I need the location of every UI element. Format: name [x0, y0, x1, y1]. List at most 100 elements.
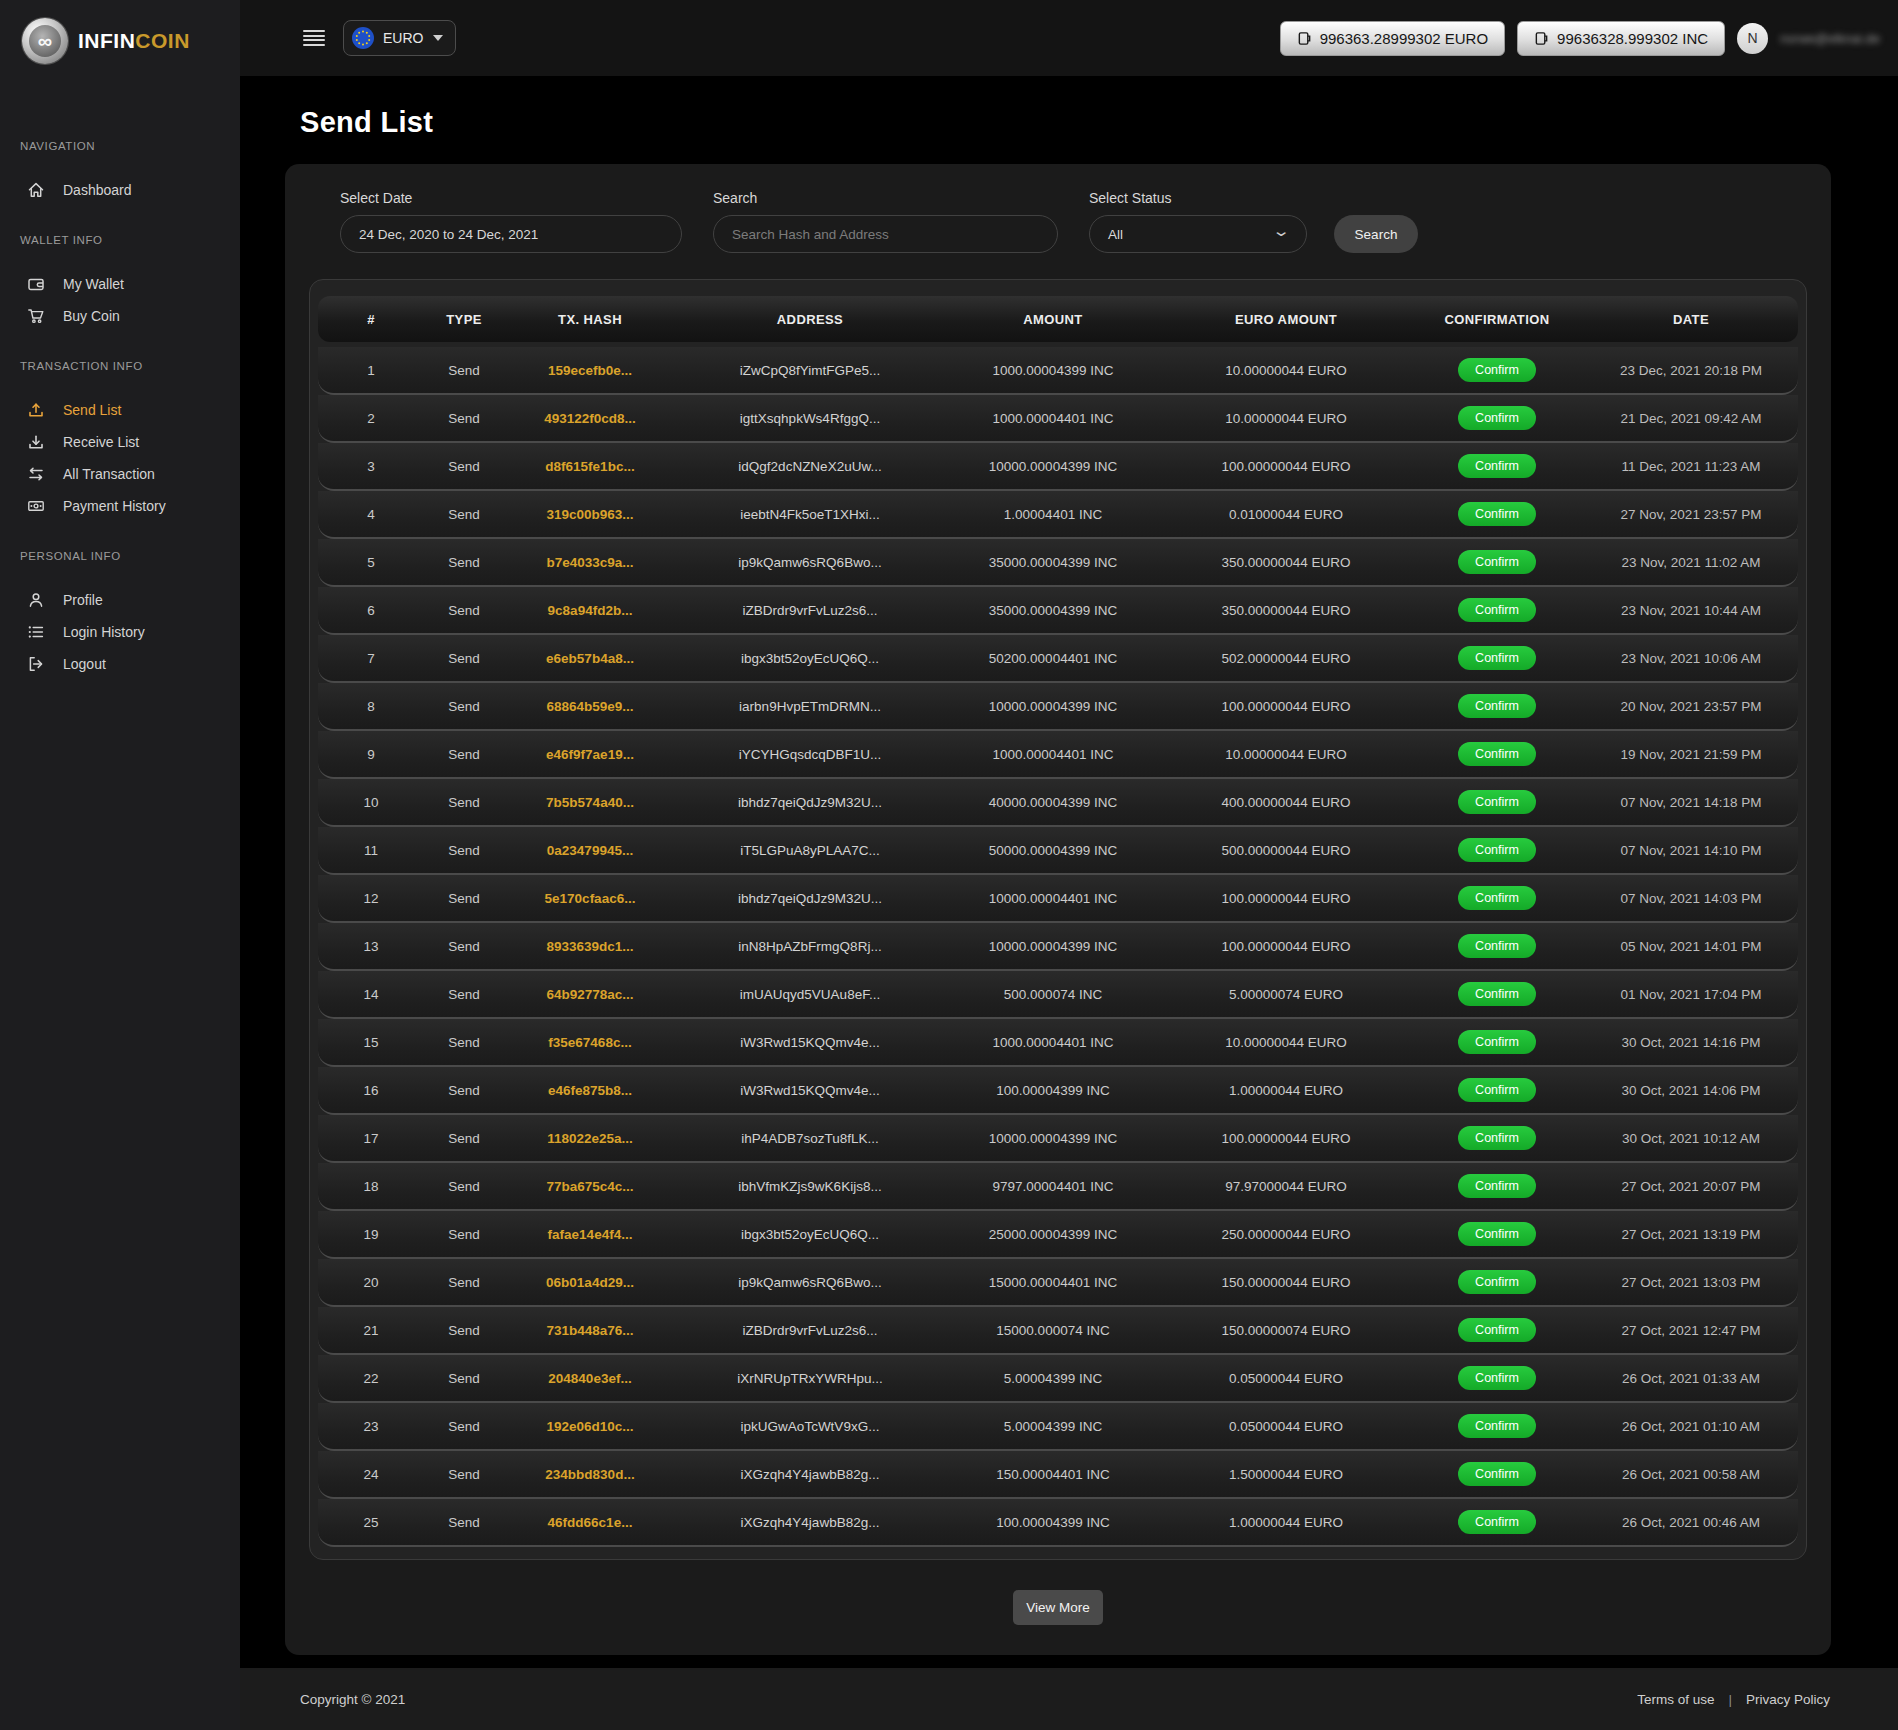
confirm-button[interactable]: Confirm: [1458, 934, 1536, 958]
cell-hash[interactable]: 493122f0cd8...: [504, 411, 676, 426]
cell-hash[interactable]: 731b448a76...: [504, 1323, 676, 1338]
confirm-button[interactable]: Confirm: [1458, 1270, 1536, 1294]
table-row: 3Sendd8f615fe1bc...idQgf2dcNZNeX2uUw...1…: [318, 443, 1798, 491]
sidebar-item-my-wallet[interactable]: My Wallet: [0, 268, 240, 300]
confirm-button[interactable]: Confirm: [1458, 1318, 1536, 1342]
cell-hash[interactable]: 7b5b574a40...: [504, 795, 676, 810]
table-row: 8Send68864b59e9...iarbn9HvpETmDRMN...100…: [318, 683, 1798, 731]
confirm-button[interactable]: Confirm: [1458, 1078, 1536, 1102]
swap-icon: [27, 465, 45, 483]
confirm-button[interactable]: Confirm: [1458, 1126, 1536, 1150]
cell-hash[interactable]: 9c8a94fd2b...: [504, 603, 676, 618]
sidebar-item-label: Logout: [63, 656, 106, 672]
euro-balance-button[interactable]: 996363.28999302 EURO: [1280, 21, 1505, 56]
status-select[interactable]: All ⌄: [1089, 215, 1307, 253]
cell-hash[interactable]: 06b01a4d29...: [504, 1275, 676, 1290]
cell-date: 26 Oct, 2021 01:10 AM: [1584, 1419, 1798, 1434]
sidebar-item-receive-list[interactable]: Receive List: [0, 426, 240, 458]
cell-hash[interactable]: 234bbd830d...: [504, 1467, 676, 1482]
cell-euro: 1.50000044 EURO: [1162, 1467, 1410, 1482]
cell-euro: 502.00000044 EURO: [1162, 651, 1410, 666]
sidebar-item-logout[interactable]: Logout: [0, 648, 240, 680]
cell-hash[interactable]: 319c00b963...: [504, 507, 676, 522]
cell-date: 07 Nov, 2021 14:10 PM: [1584, 843, 1798, 858]
confirm-button[interactable]: Confirm: [1458, 1414, 1536, 1438]
cell-hash[interactable]: 64b92778ac...: [504, 987, 676, 1002]
sidebar-item-buy-coin[interactable]: Buy Coin: [0, 300, 240, 332]
cell-hash[interactable]: 118022e25a...: [504, 1131, 676, 1146]
cell-euro: 10.00000044 EURO: [1162, 747, 1410, 762]
inc-balance-button[interactable]: 99636328.999302 INC: [1517, 21, 1725, 56]
search-input[interactable]: [713, 215, 1058, 253]
avatar[interactable]: N: [1737, 23, 1768, 54]
confirm-button[interactable]: Confirm: [1458, 1030, 1536, 1054]
wallet-small-icon: [1297, 31, 1312, 46]
confirm-button[interactable]: Confirm: [1458, 886, 1536, 910]
cell-date: 30 Oct, 2021 14:16 PM: [1584, 1035, 1798, 1050]
cell-hash[interactable]: 46fdd66c1e...: [504, 1515, 676, 1530]
confirm-button[interactable]: Confirm: [1458, 790, 1536, 814]
cell-euro: 10.00000044 EURO: [1162, 363, 1410, 378]
confirm-button[interactable]: Confirm: [1458, 1462, 1536, 1486]
confirm-button[interactable]: Confirm: [1458, 1174, 1536, 1198]
cell-num: 18: [318, 1179, 424, 1194]
confirm-button[interactable]: Confirm: [1458, 646, 1536, 670]
cell-address: iarbn9HvpETmDRMN...: [676, 699, 944, 714]
confirm-button[interactable]: Confirm: [1458, 1222, 1536, 1246]
cell-address: igttXsqhpkWs4RfggQ...: [676, 411, 944, 426]
view-more-button[interactable]: View More: [1013, 1590, 1103, 1625]
terms-link[interactable]: Terms of use: [1637, 1692, 1714, 1707]
cell-hash[interactable]: d8f615fe1bc...: [504, 459, 676, 474]
sidebar-item-label: Receive List: [63, 434, 139, 450]
cell-hash[interactable]: 68864b59e9...: [504, 699, 676, 714]
confirm-button[interactable]: Confirm: [1458, 742, 1536, 766]
sidebar-item-dashboard[interactable]: Dashboard: [0, 174, 240, 206]
table-row: 23Send192e06d10c...ipkUGwAoTcWtV9xG...5.…: [318, 1403, 1798, 1451]
search-button[interactable]: Search: [1334, 215, 1418, 253]
confirm-button[interactable]: Confirm: [1458, 358, 1536, 382]
cell-hash[interactable]: e46fe875b8...: [504, 1083, 676, 1098]
privacy-link[interactable]: Privacy Policy: [1746, 1692, 1830, 1707]
cell-amount: 50000.00004399 INC: [944, 843, 1162, 858]
cell-type: Send: [424, 1323, 504, 1338]
date-range-input[interactable]: 24 Dec, 2020 to 24 Dec, 2021: [340, 215, 682, 253]
cell-hash[interactable]: e46f9f7ae19...: [504, 747, 676, 762]
sidebar-item-send-list[interactable]: Send List: [0, 394, 240, 426]
sidebar-item-label: Login History: [63, 624, 145, 640]
table-row: 16Sende46fe875b8...iW3Rwd15KQQmv4e...100…: [318, 1067, 1798, 1115]
sidebar-item-all-transaction[interactable]: All Transaction: [0, 458, 240, 490]
currency-dropdown[interactable]: EURO: [343, 20, 456, 56]
sidebar-item-profile[interactable]: Profile: [0, 584, 240, 616]
cell-hash[interactable]: e6eb57b4a8...: [504, 651, 676, 666]
cell-hash[interactable]: 5e170cfaac6...: [504, 891, 676, 906]
confirm-button[interactable]: Confirm: [1458, 1366, 1536, 1390]
cell-hash[interactable]: f35e67468c...: [504, 1035, 676, 1050]
cell-hash[interactable]: 0a23479945...: [504, 843, 676, 858]
confirm-button[interactable]: Confirm: [1458, 838, 1536, 862]
confirm-button[interactable]: Confirm: [1458, 694, 1536, 718]
coin-logo-icon: ∞: [22, 18, 68, 64]
cell-hash[interactable]: 192e06d10c...: [504, 1419, 676, 1434]
cell-hash[interactable]: b7e4033c9a...: [504, 555, 676, 570]
confirm-button[interactable]: Confirm: [1458, 454, 1536, 478]
confirm-button[interactable]: Confirm: [1458, 502, 1536, 526]
column-header: ADDRESS: [676, 312, 944, 327]
cell-hash[interactable]: 8933639dc1...: [504, 939, 676, 954]
cell-type: Send: [424, 795, 504, 810]
cell-euro: 100.00000044 EURO: [1162, 939, 1410, 954]
menu-icon[interactable]: [303, 30, 325, 46]
confirm-button[interactable]: Confirm: [1458, 982, 1536, 1006]
confirm-button[interactable]: Confirm: [1458, 1510, 1536, 1534]
confirm-button[interactable]: Confirm: [1458, 406, 1536, 430]
cell-hash[interactable]: 204840e3ef...: [504, 1371, 676, 1386]
cell-hash[interactable]: fafae14e4f4...: [504, 1227, 676, 1242]
sidebar-item-login-history[interactable]: Login History: [0, 616, 240, 648]
cell-type: Send: [424, 411, 504, 426]
cell-amount: 15000.00004401 INC: [944, 1275, 1162, 1290]
cell-hash[interactable]: 77ba675c4c...: [504, 1179, 676, 1194]
confirm-button[interactable]: Confirm: [1458, 550, 1536, 574]
cell-hash[interactable]: 159ecefb0e...: [504, 363, 676, 378]
confirm-button[interactable]: Confirm: [1458, 598, 1536, 622]
sidebar-item-payment-history[interactable]: Payment History: [0, 490, 240, 522]
brand-logo[interactable]: ∞ INFINCOIN: [0, 0, 240, 64]
